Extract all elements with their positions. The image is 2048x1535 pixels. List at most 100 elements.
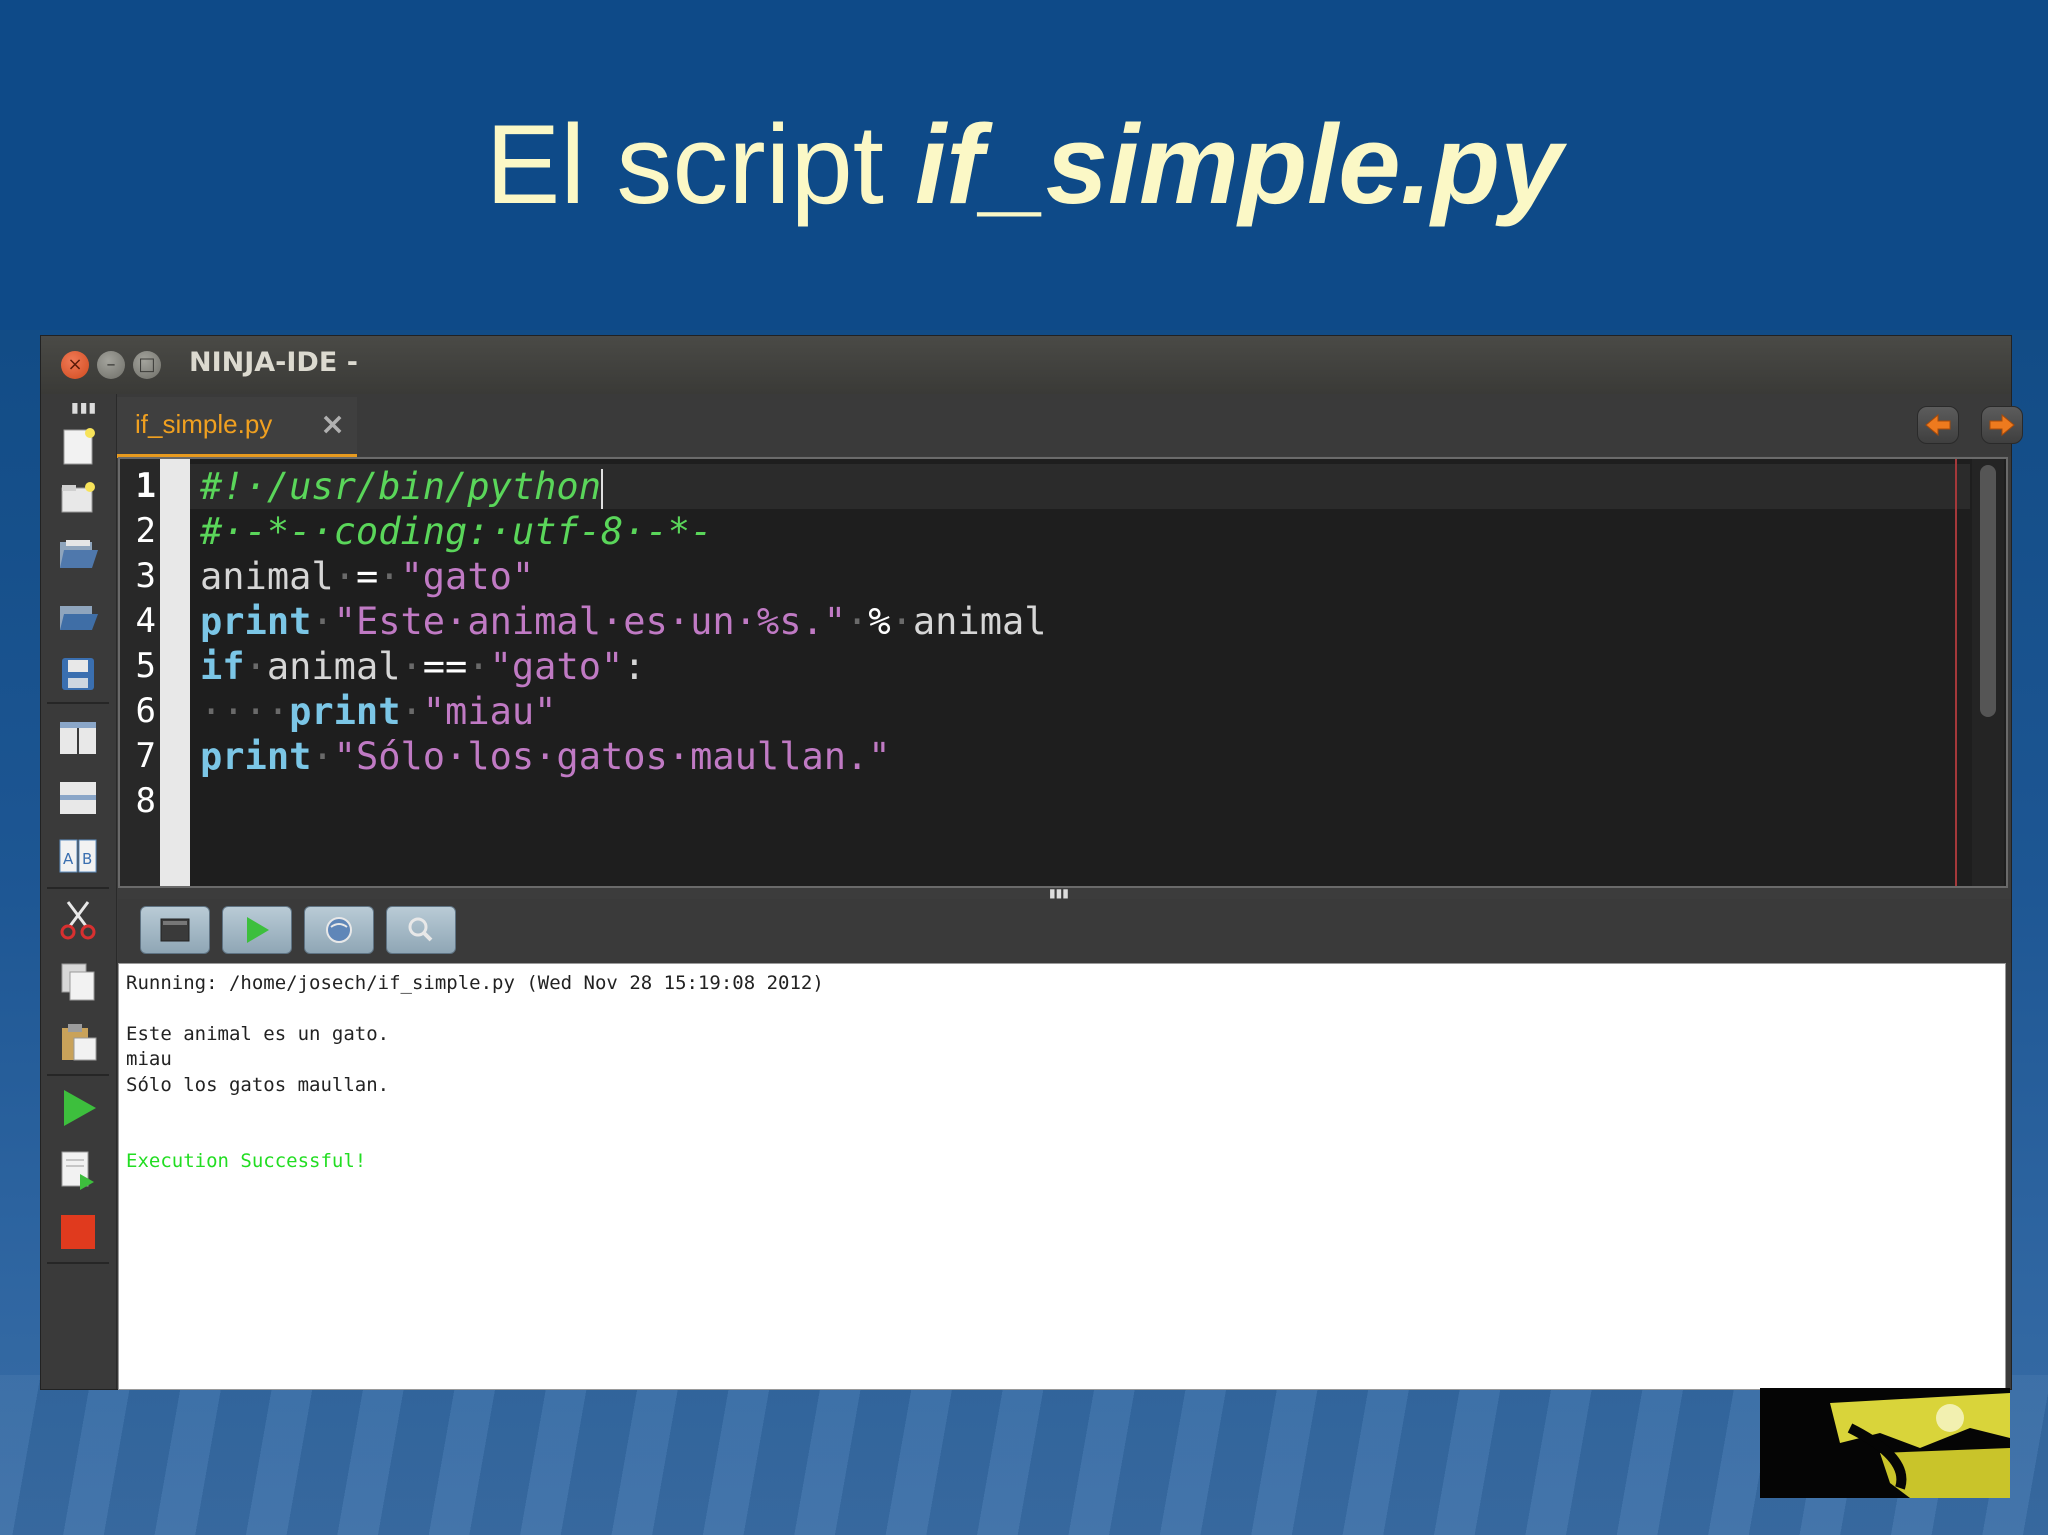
save-icon[interactable] xyxy=(56,652,100,696)
svg-text:A: A xyxy=(63,850,74,868)
copy-icon[interactable] xyxy=(56,960,100,1004)
new-project-icon[interactable] xyxy=(56,476,100,520)
code-comment: #!·/usr/bin/python xyxy=(200,465,601,508)
tab-close-icon[interactable]: × xyxy=(320,407,345,442)
slide-title-filename: if_simple.py xyxy=(915,102,1563,227)
split-vertical-icon[interactable] xyxy=(56,716,100,760)
code-string: "Este·animal·es·un·%s." xyxy=(333,600,847,643)
ide-window: × – □ NINJA-IDE - ▮▮▮ AB if_simple.py × … xyxy=(40,335,2023,1390)
console-output-line: Sólo los gatos maullan. xyxy=(126,1074,390,1096)
code-line-4: print·"Este·animal·es·un·%s."·%·animal xyxy=(200,599,1047,644)
code-identifier: animal xyxy=(200,555,334,598)
whitespace-dot: · xyxy=(244,645,267,688)
console-status-line: Execution Successful! xyxy=(126,1150,367,1172)
whitespace-dot: · xyxy=(846,600,869,643)
slide-title-prefix: El script xyxy=(485,102,916,227)
line-number: 2 xyxy=(135,511,156,551)
tab-if-simple-py[interactable]: if_simple.py × xyxy=(117,397,357,458)
console-output-line: Este animal es un gato. xyxy=(126,1023,390,1045)
svg-text:B: B xyxy=(82,850,92,868)
code-line-6: ····print·"miau" xyxy=(200,689,556,734)
stop-icon[interactable] xyxy=(56,1210,100,1254)
line-number: 6 xyxy=(135,691,156,731)
whitespace-dot: · xyxy=(378,555,401,598)
slide-title: El script if_simple.py xyxy=(0,100,2048,230)
code-line-1: #!·/usr/bin/python xyxy=(200,464,603,509)
code-identifier: animal xyxy=(266,645,401,688)
open-file-icon[interactable] xyxy=(56,532,100,576)
code-keyword: if xyxy=(200,645,245,688)
code-line-3: animal·=·"gato" xyxy=(200,554,534,599)
web-icon[interactable] xyxy=(304,906,374,954)
compare-icon[interactable]: AB xyxy=(56,834,100,878)
run-project-icon[interactable] xyxy=(56,1086,100,1130)
console-icon[interactable] xyxy=(140,906,210,954)
console-output[interactable]: Running: /home/josech/if_simple.py (Wed … xyxy=(118,963,2006,1390)
split-horizontal-icon[interactable] xyxy=(56,776,100,820)
line-number: 7 xyxy=(135,736,156,776)
code-operator: = xyxy=(355,555,379,598)
line-number: 4 xyxy=(135,601,156,641)
code-string: "gato" xyxy=(400,555,535,598)
toolbar-separator xyxy=(47,887,109,889)
run-icon[interactable] xyxy=(222,906,292,954)
console-running-line: Running: /home/josech/if_simple.py (Wed … xyxy=(126,972,824,994)
run-file-icon[interactable] xyxy=(56,1148,100,1192)
whitespace-dot: · xyxy=(890,600,913,643)
code-line-5: if·animal·==·"gato": xyxy=(200,644,646,689)
output-toolbar xyxy=(118,899,2011,963)
new-file-icon[interactable] xyxy=(56,424,100,468)
code-string: "Sólo·los·gatos·maullan." xyxy=(333,735,891,778)
code-operator: == xyxy=(422,645,468,688)
editor-scrollbar-thumb[interactable] xyxy=(1980,465,1996,717)
whitespace-indent: ···· xyxy=(200,690,290,733)
tab-bar: if_simple.py × xyxy=(117,394,2023,458)
open-project-icon[interactable] xyxy=(56,594,100,638)
code-keyword: print xyxy=(200,735,312,778)
toolbar-grip-icon[interactable]: ▮▮▮ xyxy=(71,400,97,416)
panel-splitter-handle[interactable]: ▮▮▮ xyxy=(1049,886,1069,900)
window-minimize-button[interactable]: – xyxy=(97,351,125,379)
whitespace-dot: · xyxy=(311,735,334,778)
text-cursor xyxy=(600,468,603,509)
code-keyword: print xyxy=(289,690,401,733)
whitespace-dot: · xyxy=(467,645,490,688)
right-margin-line xyxy=(1955,459,1957,886)
toolbar-separator xyxy=(47,702,109,704)
previous-tab-button[interactable] xyxy=(1917,406,1959,444)
whitespace-dot: · xyxy=(311,600,334,643)
code-line-2: #·-*-·coding:·utf-8·-*- xyxy=(200,509,712,554)
next-tab-button[interactable] xyxy=(1981,406,2023,444)
code-string: "gato" xyxy=(489,645,624,688)
console-output-line: miau xyxy=(126,1048,172,1070)
code-comment: #·-*-·coding:·utf-8·-*- xyxy=(200,510,713,553)
paste-icon[interactable] xyxy=(56,1020,100,1064)
window-maximize-button[interactable]: □ xyxy=(133,351,161,379)
code-identifier: animal xyxy=(912,600,1047,643)
whitespace-dot: · xyxy=(400,645,423,688)
code-line-7: print·"Sólo·los·gatos·maullan." xyxy=(200,734,891,779)
toolbar-separator xyxy=(47,1262,109,1264)
whitespace-dot: · xyxy=(400,690,423,733)
line-number: 1 xyxy=(135,466,156,506)
code-string: "miau" xyxy=(422,690,557,733)
whitespace-dot: · xyxy=(333,555,356,598)
line-number: 5 xyxy=(135,646,156,686)
window-title: NINJA-IDE - xyxy=(189,347,358,378)
cut-icon[interactable] xyxy=(56,898,100,942)
code-punctuation: : xyxy=(623,645,646,688)
tab-label: if_simple.py xyxy=(135,409,273,439)
line-number-gutter: 1 2 3 4 5 6 7 8 xyxy=(120,459,190,886)
line-number: 8 xyxy=(135,781,156,821)
window-titlebar: × – □ NINJA-IDE - xyxy=(41,336,2011,394)
toolbar-separator xyxy=(47,1074,109,1076)
code-operator: % xyxy=(868,600,891,643)
code-keyword: print xyxy=(200,600,312,643)
code-editor[interactable]: 1 2 3 4 5 6 7 8 #!·/usr/bin/python #·-*-… xyxy=(118,457,2008,888)
corner-logo xyxy=(1760,1388,2010,1498)
main-toolbar: ▮▮▮ AB xyxy=(41,394,117,1389)
line-number: 3 xyxy=(135,556,156,596)
window-close-button[interactable]: × xyxy=(61,351,89,379)
gutter-marker-strip xyxy=(160,459,190,886)
search-icon[interactable] xyxy=(386,906,456,954)
